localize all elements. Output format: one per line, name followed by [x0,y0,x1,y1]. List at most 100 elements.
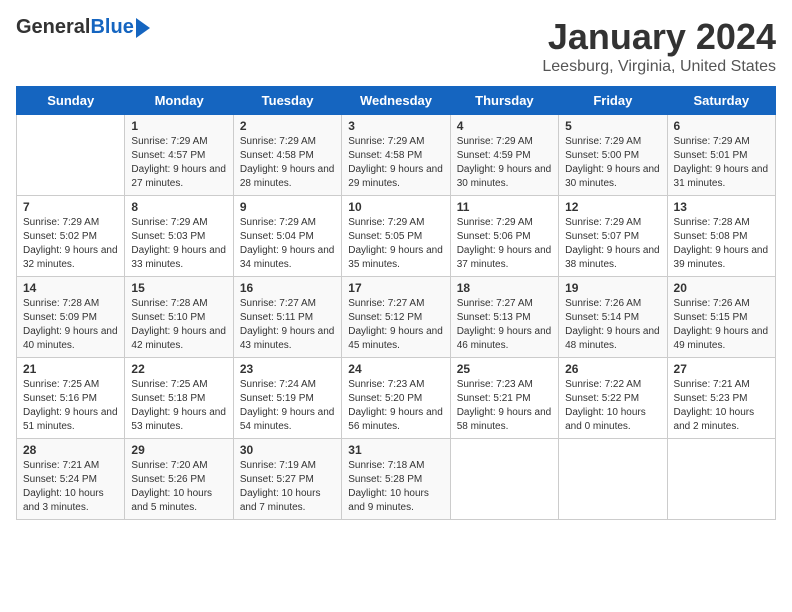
calendar-cell [667,439,775,520]
calendar-cell: 11 Sunrise: 7:29 AM Sunset: 5:06 PM Dayli… [450,196,558,277]
calendar-week-3: 14Sunrise: 7:28 AM Sunset: 5:09 PM Dayli… [17,277,776,358]
calendar-cell: 29 Sunrise: 7:20 AM Sunset: 5:26 PM Dayli… [125,439,233,520]
calendar-cell: 1Sunrise: 7:29 AM Sunset: 4:57 PM Daylig… [125,115,233,196]
day-number: 23 [240,362,335,376]
calendar-cell [17,115,125,196]
day-info: Sunrise: 7:29 AM Sunset: 5:03 PM Dayligh… [131,216,226,272]
day-info: Sunrise: 7:26 AM Sunset: 5:15 PM Dayligh… [674,297,769,353]
calendar-week-5: 28Sunrise: 7:21 AM Sunset: 5:24 PM Dayli… [17,439,776,520]
day-info: Sunrise: 7:18 AM Sunset: 5:28 PM Dayligh… [348,459,443,515]
calendar-table: SundayMondayTuesdayWednesdayThursdayFrid… [16,86,776,520]
day-info: Sunrise: 7:19 AM Sunset: 5:27 PM Dayligh… [240,459,335,515]
calendar-cell: 23 Sunrise: 7:24 AM Sunset: 5:19 PM Dayli… [233,358,341,439]
day-number: 27 [674,362,769,376]
day-number: 12 [565,200,660,214]
day-info: Sunrise: 7:27 AM Sunset: 5:11 PM Dayligh… [240,297,335,353]
calendar-cell: 26Sunrise: 7:22 AM Sunset: 5:22 PM Dayli… [559,358,667,439]
logo: General Blue [16,16,150,39]
calendar-header-friday: Friday [559,87,667,115]
calendar-header-thursday: Thursday [450,87,558,115]
day-info: Sunrise: 7:29 AM Sunset: 5:06 PM Dayligh… [457,216,552,272]
calendar-header-saturday: Saturday [667,87,775,115]
calendar-cell: 14Sunrise: 7:28 AM Sunset: 5:09 PM Dayli… [17,277,125,358]
day-number: 4 [457,119,552,133]
day-info: Sunrise: 7:21 AM Sunset: 5:23 PM Dayligh… [674,378,769,434]
day-info: Sunrise: 7:29 AM Sunset: 5:04 PM Dayligh… [240,216,335,272]
day-number: 3 [348,119,443,133]
day-info: Sunrise: 7:23 AM Sunset: 5:21 PM Dayligh… [457,378,552,434]
day-info: Sunrise: 7:27 AM Sunset: 5:13 PM Dayligh… [457,297,552,353]
day-number: 21 [23,362,118,376]
calendar-cell: 17 Sunrise: 7:27 AM Sunset: 5:12 PM Dayli… [342,277,450,358]
day-number: 13 [674,200,769,214]
calendar-cell: 30 Sunrise: 7:19 AM Sunset: 5:27 PM Dayli… [233,439,341,520]
day-number: 10 [348,200,443,214]
day-info: Sunrise: 7:24 AM Sunset: 5:19 PM Dayligh… [240,378,335,434]
day-info: Sunrise: 7:27 AM Sunset: 5:12 PM Dayligh… [348,297,443,353]
day-number: 25 [457,362,552,376]
day-number: 16 [240,281,335,295]
calendar-cell: 31 Sunrise: 7:18 AM Sunset: 5:28 PM Dayli… [342,439,450,520]
day-number: 28 [23,443,118,457]
day-info: Sunrise: 7:29 AM Sunset: 5:00 PM Dayligh… [565,135,660,191]
day-info: Sunrise: 7:29 AM Sunset: 5:07 PM Dayligh… [565,216,660,272]
calendar-cell: 3Sunrise: 7:29 AM Sunset: 4:58 PM Daylig… [342,115,450,196]
calendar-cell: 16 Sunrise: 7:27 AM Sunset: 5:11 PM Dayli… [233,277,341,358]
day-number: 31 [348,443,443,457]
calendar-cell: 25 Sunrise: 7:23 AM Sunset: 5:21 PM Dayli… [450,358,558,439]
calendar-cell: 24Sunrise: 7:23 AM Sunset: 5:20 PM Dayli… [342,358,450,439]
day-number: 29 [131,443,226,457]
calendar-header-sunday: Sunday [17,87,125,115]
calendar-week-1: 1Sunrise: 7:29 AM Sunset: 4:57 PM Daylig… [17,115,776,196]
calendar-body: 1Sunrise: 7:29 AM Sunset: 4:57 PM Daylig… [17,115,776,520]
day-info: Sunrise: 7:28 AM Sunset: 5:08 PM Dayligh… [674,216,769,272]
day-number: 20 [674,281,769,295]
day-number: 26 [565,362,660,376]
calendar-cell: 10 Sunrise: 7:29 AM Sunset: 5:05 PM Dayli… [342,196,450,277]
calendar-cell: 2Sunrise: 7:29 AM Sunset: 4:58 PM Daylig… [233,115,341,196]
calendar-cell: 7Sunrise: 7:29 AM Sunset: 5:02 PM Daylig… [17,196,125,277]
calendar-cell: 18 Sunrise: 7:27 AM Sunset: 5:13 PM Dayli… [450,277,558,358]
day-info: Sunrise: 7:29 AM Sunset: 5:05 PM Dayligh… [348,216,443,272]
day-number: 17 [348,281,443,295]
location-text: Leesburg, Virginia, United States [542,58,776,76]
calendar-cell: 13 Sunrise: 7:28 AM Sunset: 5:08 PM Dayli… [667,196,775,277]
day-info: Sunrise: 7:26 AM Sunset: 5:14 PM Dayligh… [565,297,660,353]
day-number: 18 [457,281,552,295]
day-number: 11 [457,200,552,214]
day-number: 2 [240,119,335,133]
day-number: 14 [23,281,118,295]
calendar-header-monday: Monday [125,87,233,115]
day-number: 8 [131,200,226,214]
calendar-cell: 12 Sunrise: 7:29 AM Sunset: 5:07 PM Dayli… [559,196,667,277]
calendar-header-wednesday: Wednesday [342,87,450,115]
day-number: 19 [565,281,660,295]
calendar-cell: 5Sunrise: 7:29 AM Sunset: 5:00 PM Daylig… [559,115,667,196]
day-info: Sunrise: 7:23 AM Sunset: 5:20 PM Dayligh… [348,378,443,434]
calendar-cell: 9 Sunrise: 7:29 AM Sunset: 5:04 PM Daylig… [233,196,341,277]
calendar-week-2: 7Sunrise: 7:29 AM Sunset: 5:02 PM Daylig… [17,196,776,277]
calendar-cell: 22 Sunrise: 7:25 AM Sunset: 5:18 PM Dayli… [125,358,233,439]
day-info: Sunrise: 7:29 AM Sunset: 4:59 PM Dayligh… [457,135,552,191]
calendar-cell: 8 Sunrise: 7:29 AM Sunset: 5:03 PM Daylig… [125,196,233,277]
day-number: 22 [131,362,226,376]
calendar-header-row: SundayMondayTuesdayWednesdayThursdayFrid… [17,87,776,115]
calendar-header-tuesday: Tuesday [233,87,341,115]
calendar-cell [559,439,667,520]
calendar-cell: 6Sunrise: 7:29 AM Sunset: 5:01 PM Daylig… [667,115,775,196]
calendar-cell: 27 Sunrise: 7:21 AM Sunset: 5:23 PM Dayli… [667,358,775,439]
day-info: Sunrise: 7:25 AM Sunset: 5:18 PM Dayligh… [131,378,226,434]
logo-general-text: General [16,16,90,39]
day-info: Sunrise: 7:29 AM Sunset: 5:01 PM Dayligh… [674,135,769,191]
day-info: Sunrise: 7:29 AM Sunset: 5:02 PM Dayligh… [23,216,118,272]
calendar-cell: 4 Sunrise: 7:29 AM Sunset: 4:59 PM Daylig… [450,115,558,196]
day-number: 9 [240,200,335,214]
day-number: 1 [131,119,226,133]
calendar-week-4: 21Sunrise: 7:25 AM Sunset: 5:16 PM Dayli… [17,358,776,439]
day-info: Sunrise: 7:20 AM Sunset: 5:26 PM Dayligh… [131,459,226,515]
logo-blue-text: Blue [90,16,133,39]
calendar-cell: 20 Sunrise: 7:26 AM Sunset: 5:15 PM Dayli… [667,277,775,358]
calendar-cell: 19 Sunrise: 7:26 AM Sunset: 5:14 PM Dayli… [559,277,667,358]
title-section: January 2024 Leesburg, Virginia, United … [542,16,776,76]
day-number: 30 [240,443,335,457]
